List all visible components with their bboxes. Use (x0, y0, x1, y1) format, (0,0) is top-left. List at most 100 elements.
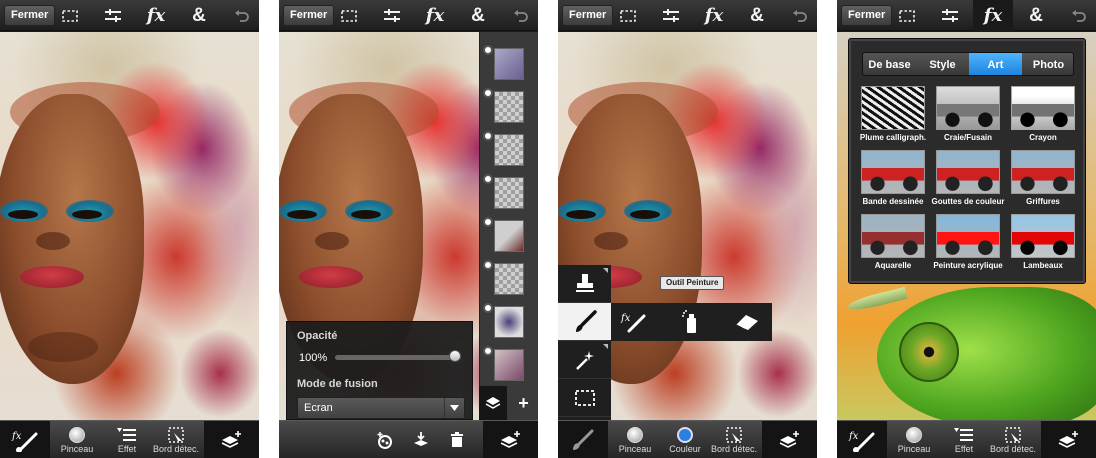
ampersand-icon[interactable]: & (737, 0, 777, 31)
edge-detect-icon (168, 426, 184, 443)
filter-label: Aquarelle (874, 261, 912, 270)
filter-thumbnail[interactable] (936, 86, 1000, 130)
layer-effects-button[interactable] (367, 421, 403, 458)
filter-thumbnail[interactable] (861, 86, 925, 130)
tab-basic[interactable]: De base (863, 53, 916, 75)
ampersand-icon[interactable]: & (1016, 0, 1056, 31)
magic-wand-icon (575, 350, 594, 370)
layer-thumbnail[interactable] (494, 48, 524, 80)
close-button[interactable]: Fermer (4, 5, 56, 26)
merge-layers-button[interactable] (403, 421, 439, 458)
blend-mode-select[interactable]: Ecran (297, 397, 465, 419)
selection-icon[interactable] (329, 0, 369, 31)
stamp-tool[interactable] (558, 265, 611, 303)
opacity-slider-handle[interactable] (449, 350, 461, 362)
nose (594, 232, 628, 250)
screen-effects: Fermer fx & De base Style Art Photo Plum… (837, 0, 1096, 458)
chevron-down-icon (444, 398, 464, 418)
brush-button[interactable]: Pinceau (889, 421, 939, 458)
marquee-icon (574, 389, 595, 406)
effect-button[interactable]: Effet (939, 421, 989, 458)
delete-layer-button[interactable] (439, 421, 475, 458)
filter-thumbnail[interactable] (936, 214, 1000, 258)
color-button[interactable]: Couleur (660, 421, 710, 458)
brush-icon (906, 426, 922, 443)
photo-canvas[interactable] (0, 32, 259, 420)
layer-visibility-dot[interactable] (483, 88, 493, 98)
fx-brush-option[interactable]: fx (613, 303, 653, 341)
layers-button[interactable] (1041, 421, 1096, 458)
chameleon-horn (846, 286, 908, 314)
layer-actions: + (479, 386, 538, 420)
layers-button[interactable] (483, 421, 538, 458)
undo-icon[interactable] (501, 0, 538, 31)
layers-icon[interactable] (479, 386, 507, 420)
edge-detect-button[interactable]: Bord détec. (708, 421, 760, 458)
selection-icon[interactable] (608, 0, 648, 31)
effects-panel: De base Style Art Photo Plume calligraph… (848, 38, 1086, 284)
layer-visibility-dot[interactable] (483, 45, 493, 55)
ampersand-icon[interactable]: & (458, 0, 498, 31)
layer-visibility-dot[interactable] (483, 217, 493, 227)
layer-thumbnail[interactable] (494, 134, 524, 166)
adjustments-icon[interactable] (930, 0, 970, 31)
tab-photo[interactable]: Photo (1022, 53, 1073, 75)
tab-art[interactable]: Art (969, 53, 1022, 75)
marquee-tool[interactable] (558, 379, 611, 417)
selection-icon[interactable] (50, 0, 90, 31)
brush-button[interactable]: Pinceau (52, 421, 102, 458)
fx-icon[interactable]: fx (973, 0, 1013, 31)
layer-thumbnail[interactable] (494, 263, 524, 295)
layers-button[interactable] (762, 421, 817, 458)
fx-icon[interactable]: fx (136, 0, 176, 31)
fx-brush-button[interactable]: fx (837, 421, 887, 458)
filter-thumbnail[interactable] (1011, 214, 1075, 258)
magic-wand-tool[interactable] (558, 341, 611, 379)
layer-thumbnail[interactable] (494, 91, 524, 123)
undo-icon[interactable] (780, 0, 817, 31)
layer-visibility-dot[interactable] (483, 260, 493, 270)
ampersand-icon[interactable]: & (179, 0, 219, 31)
layer-visibility-dot[interactable] (483, 346, 493, 356)
selection-icon[interactable] (887, 0, 927, 31)
layer-visibility-dot[interactable] (483, 131, 493, 141)
eraser-option[interactable] (727, 303, 767, 341)
edge-detect-button[interactable]: Bord détec. (987, 421, 1039, 458)
adjustments-icon[interactable] (93, 0, 133, 31)
layer-thumbnail[interactable] (494, 306, 524, 338)
adjustments-icon[interactable] (651, 0, 691, 31)
layer-thumbnail[interactable] (494, 349, 524, 381)
brush-tool[interactable] (558, 303, 611, 341)
filter-thumbnail[interactable] (1011, 150, 1075, 194)
filter-thumbnail[interactable] (1011, 86, 1075, 130)
layer-visibility-dot[interactable] (483, 303, 493, 313)
fx-icon[interactable]: fx (694, 0, 734, 31)
adjustments-icon[interactable] (372, 0, 412, 31)
add-layer-icon[interactable]: + (509, 386, 538, 420)
close-button[interactable]: Fermer (562, 5, 614, 26)
filter-thumbnail[interactable] (861, 214, 925, 258)
layers-list[interactable] (479, 32, 538, 420)
close-button[interactable]: Fermer (283, 5, 335, 26)
effect-button[interactable]: Effet (102, 421, 152, 458)
fx-brush-button[interactable]: fx (0, 421, 50, 458)
fx-icon[interactable]: fx (415, 0, 455, 31)
layer-thumbnail[interactable] (494, 220, 524, 252)
filter-thumbnail[interactable] (861, 150, 925, 194)
brush-tool-button[interactable] (558, 421, 608, 458)
tab-style[interactable]: Style (916, 53, 969, 75)
edge-detect-button[interactable]: Bord détec. (150, 421, 202, 458)
brush-icon (69, 426, 85, 443)
undo-icon[interactable] (222, 0, 259, 31)
spray-option[interactable] (671, 303, 711, 341)
opacity-slider[interactable] (335, 355, 461, 360)
filter-label: Craie/Fusain (943, 133, 992, 142)
filter-thumbnail[interactable] (936, 150, 1000, 194)
lips (20, 266, 84, 288)
close-button[interactable]: Fermer (841, 5, 893, 26)
brush-button[interactable]: Pinceau (610, 421, 660, 458)
layer-visibility-dot[interactable] (483, 174, 493, 184)
layer-thumbnail[interactable] (494, 177, 524, 209)
layers-button[interactable] (204, 421, 259, 458)
undo-icon[interactable] (1059, 0, 1096, 31)
